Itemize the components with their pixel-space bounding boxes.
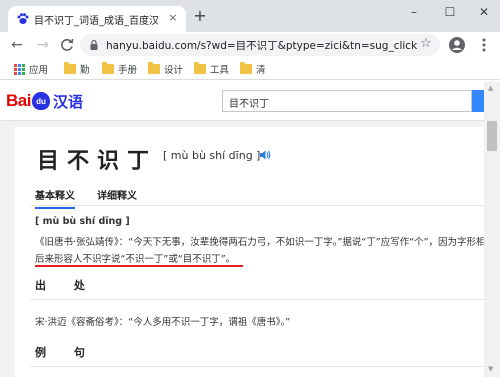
bookmark-label: 工具 bbox=[210, 65, 230, 76]
bookmark-folder[interactable]: 手册 bbox=[102, 61, 137, 77]
minimize-button[interactable]: – bbox=[404, 4, 424, 20]
lock-icon bbox=[90, 39, 98, 50]
folder-icon bbox=[64, 62, 76, 74]
bookmark-label: 勤 bbox=[80, 65, 90, 76]
bookmark-label: 手册 bbox=[118, 65, 138, 76]
search-input[interactable]: 目不识丁 bbox=[222, 90, 472, 112]
bookmark-apps[interactable]: 应用 bbox=[14, 61, 48, 77]
menu-icon[interactable] bbox=[478, 36, 490, 54]
entry-word: 目不识丁 bbox=[37, 149, 158, 174]
maximize-button[interactable]: ☐ bbox=[440, 4, 460, 20]
logo-text-hanyu: 汉语 bbox=[52, 92, 83, 111]
bookmark-folder[interactable]: 勤 bbox=[64, 61, 90, 77]
bookmark-folder[interactable]: 清 bbox=[240, 61, 266, 77]
section-divider bbox=[30, 299, 484, 300]
section-title-source: 出 处 bbox=[35, 279, 97, 292]
address-bar[interactable]: hanyu.baidu.com/s?wd=目不识丁&ptype=zici&tn=… bbox=[80, 34, 440, 56]
reload-icon[interactable] bbox=[58, 36, 76, 54]
apps-grid-icon bbox=[14, 63, 25, 75]
section-divider bbox=[30, 366, 484, 367]
bookmark-label: 清 bbox=[256, 65, 266, 76]
bookmark-label: 应用 bbox=[29, 65, 49, 76]
search-input-value: 目不识丁 bbox=[229, 99, 269, 110]
scroll-up-icon[interactable]: ▲ bbox=[488, 84, 493, 92]
scroll-thumb[interactable] bbox=[487, 121, 497, 151]
logo-paw-du: du bbox=[31, 92, 50, 110]
page-scrollbar[interactable]: ▲ ▼ bbox=[484, 81, 500, 377]
bookmark-folder[interactable]: 设计 bbox=[148, 61, 183, 77]
definition-pinyin: [ mù bù shí dīng ] bbox=[35, 216, 130, 227]
bookmark-folder[interactable]: 工具 bbox=[194, 61, 229, 77]
baidu-hanyu-logo[interactable]: Bai du 汉语 bbox=[6, 91, 83, 111]
folder-icon bbox=[194, 62, 206, 74]
url-text: hanyu.baidu.com/s?wd=目不识丁&ptype=zici&tn=… bbox=[106, 40, 418, 52]
section-title-example: 例 句 bbox=[35, 346, 97, 359]
tab-strip: 目不识丁_词语_成语_百度汉语 × + – ☐ ✕ bbox=[0, 0, 500, 32]
definition-line: 后来形容人不识字说“不识一丁”或“目不识丁”。 bbox=[35, 254, 236, 265]
search-button[interactable] bbox=[472, 90, 484, 112]
entry-pinyin: [ mù bù shí dīng ] bbox=[163, 149, 261, 162]
speaker-icon[interactable] bbox=[259, 149, 271, 161]
browser-toolbar: ← → hanyu.baidu.com/s?wd=目不识丁&ptype=zici… bbox=[0, 32, 500, 58]
bookmark-star-icon[interactable]: ☆ bbox=[420, 36, 432, 51]
bookmarks-bar: 应用 勤 手册 设计 工具 清 bbox=[0, 58, 500, 80]
browser-tab[interactable]: 目不识丁_词语_成语_百度汉语 × bbox=[8, 6, 186, 32]
definition-line: 《旧唐书·张弘靖传》：“今天下无事，汝辈挽得两石力弓，不如识一丁字。”据说“丁”… bbox=[35, 237, 484, 248]
close-window-button[interactable]: ✕ bbox=[474, 4, 494, 20]
forward-button[interactable]: → bbox=[34, 36, 52, 54]
scroll-down-icon[interactable]: ▼ bbox=[488, 365, 493, 373]
highlight-underline bbox=[35, 265, 243, 267]
source-text: 宋·洪迈《容斋俗考》：“今人多用不识一丁字，谓祖《唐书》。” bbox=[35, 317, 291, 328]
folder-icon bbox=[148, 62, 160, 74]
tab-detailed-definition[interactable]: 详细释义 bbox=[97, 187, 137, 202]
baidu-paw-icon bbox=[17, 13, 29, 24]
profile-avatar-icon[interactable] bbox=[448, 36, 466, 54]
close-tab-icon[interactable]: × bbox=[166, 11, 180, 25]
folder-icon bbox=[240, 62, 252, 74]
entry-card: 目不识丁 [ mù bù shí dīng ] 基本释义 详细释义 [ mù b… bbox=[15, 127, 484, 377]
tab-divider bbox=[30, 205, 484, 206]
page-content: Bai du 汉语 目不识丁 目不识丁 [ mù bù shí dīng ] 基… bbox=[0, 81, 500, 377]
site-header: Bai du 汉语 目不识丁 bbox=[0, 81, 484, 121]
folder-icon bbox=[102, 62, 114, 74]
back-button[interactable]: ← bbox=[8, 36, 26, 54]
tab-title: 目不识丁_词语_成语_百度汉语 bbox=[34, 16, 158, 27]
new-tab-button[interactable]: + bbox=[192, 8, 208, 24]
bookmark-label: 设计 bbox=[164, 65, 184, 76]
logo-text-bai: Bai bbox=[6, 91, 31, 110]
